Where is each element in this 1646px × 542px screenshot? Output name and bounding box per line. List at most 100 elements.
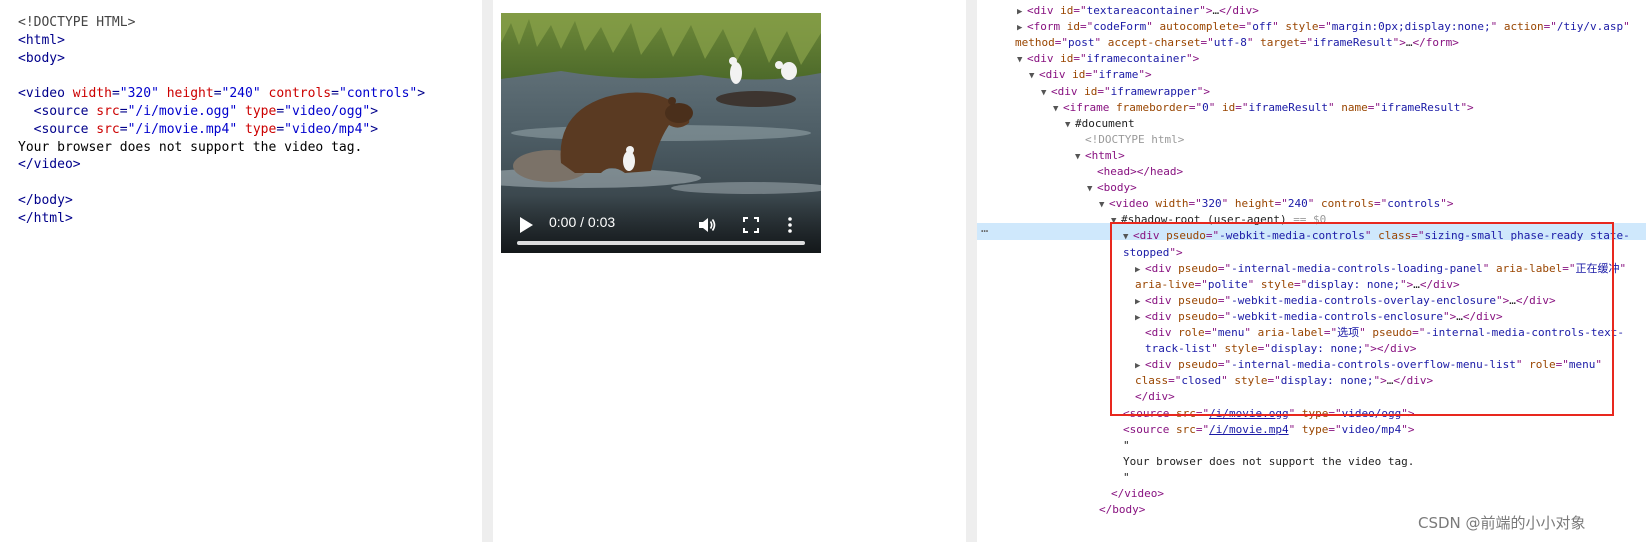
resource-link[interactable]: /i/movie.mp4 [1209,423,1288,436]
result-pane: 0:00 / 0:03 [493,0,966,542]
code-token: = [111,86,120,102]
expand-triangle-right-icon[interactable]: ▶ [1135,262,1145,279]
time-display: 0:00 / 0:03 [549,214,616,230]
dom-token: "> [1169,245,1183,259]
dom-token: =" [1267,374,1281,388]
dom-node-line[interactable]: ▼ <html> [1075,148,1125,166]
code-token: "/i/movie.mp4" [127,121,245,137]
video-progress-bar[interactable] [517,241,805,245]
fullscreen-icon[interactable] [742,216,760,234]
more-options-icon[interactable] [785,215,795,235]
expand-triangle-down-icon[interactable]: ▼ [1099,197,1109,214]
dom-node-line[interactable]: ▼ <div pseudo="-webkit-media-controls" cl… [1123,228,1630,246]
dom-token: codeForm [1093,20,1147,34]
dom-node-line[interactable]: <div role="menu" aria-label="选项" pseudo=… [1145,325,1624,342]
dom-token: id [1084,84,1098,98]
dom-node-line[interactable]: ▶ <div id="textareacontainer">…</div> [1017,3,1259,21]
dom-node-line[interactable]: " [1123,438,1130,455]
dom-node-line[interactable]: </div> [1135,389,1175,406]
dom-token: class [1135,374,1169,388]
code-token: </body> [18,192,73,208]
dom-node-line[interactable]: class="closed" style="display: none;">…<… [1135,373,1433,390]
dom-token: " [1208,100,1222,114]
dom-node-line[interactable]: </body> [1099,502,1145,519]
expand-triangle-right-icon[interactable]: ▶ [1017,4,1027,21]
dom-node-line[interactable]: ▼ #document [1065,116,1135,134]
dom-node-line[interactable]: ▼ <video width="320" height="240" control… [1099,196,1453,214]
dom-node-line[interactable]: method="post" accept-charset="utf-8" tar… [1015,35,1459,52]
dom-token: =" [1318,20,1332,34]
expand-triangle-down-icon[interactable]: ▼ [1065,117,1075,134]
dom-token: " [1364,229,1379,243]
dom-node-line[interactable]: ▼ <div id="iframe"> [1029,67,1152,85]
volume-icon[interactable] [697,215,717,235]
code-token: > [370,103,379,119]
dom-token: pseudo [1178,261,1218,275]
dom-token: id [1066,20,1080,34]
dom-node-line[interactable]: Your browser does not support the video … [1123,454,1414,471]
dom-token: " [1211,342,1225,356]
dom-node-line[interactable]: " [1123,470,1130,487]
devtools-elements-panel[interactable]: … ▶ <div id="textareacontainer">…</div> ▶ <… [977,0,1646,542]
expand-triangle-down-icon[interactable]: ▼ [1111,213,1121,230]
dom-token: pseudo [1166,229,1206,243]
expand-triangle-down-icon[interactable]: ▼ [1075,149,1085,166]
expand-triangle-down-icon[interactable]: ▼ [1041,85,1051,102]
dom-node-line[interactable]: aria-live="polite" style="display: none;… [1135,277,1460,294]
dom-node-line[interactable]: <head></head> [1097,164,1183,181]
expand-triangle-right-icon[interactable]: ▶ [1135,294,1145,311]
dom-token: action [1503,20,1544,34]
dom-node-line[interactable]: ▶ <div pseudo="-internal-media-controls-o… [1135,357,1602,375]
dom-node-line[interactable]: ▼ <iframe frameborder="0" id="iframeResul… [1053,100,1474,118]
pane-divider[interactable] [482,0,493,542]
expand-triangle-down-icon[interactable]: ▼ [1053,101,1063,118]
dom-token: </div> [1419,277,1460,291]
dom-node-line[interactable]: ▶ <div pseudo="-internal-media-controls-l… [1135,261,1626,279]
expand-triangle-down-icon[interactable]: ▼ [1123,229,1133,246]
dom-token: 320 [1201,197,1222,211]
expand-triangle-down-icon[interactable]: ▼ [1087,181,1097,198]
dom-node-line[interactable]: <source src="/i/movie.ogg" type="video/o… [1123,406,1414,423]
dom-node-line[interactable]: ▶ <div pseudo="-webkit-media-controls-enc… [1135,309,1503,327]
dom-node-line[interactable]: track-list" style="display: none;"></div… [1145,341,1417,358]
code-line: <body> [18,50,482,68]
expand-triangle-right-icon[interactable]: ▶ [1135,358,1145,375]
dom-token: iframeResult [1380,100,1461,114]
dom-node-line[interactable]: <source src="/i/movie.mp4" type="video/m… [1123,422,1414,439]
dom-node-line[interactable]: </video> [1111,486,1164,503]
code-token: "/i/movie.ogg" [127,103,245,119]
play-icon[interactable] [517,215,535,235]
code-token: </video> [18,157,81,173]
dom-node-line[interactable]: ▶ <div pseudo="-webkit-media-controls-ove… [1135,293,1556,311]
source-code-pane[interactable]: <!DOCTYPE HTML> <html> <body> <video width… [10,0,482,542]
code-token: "240" [221,86,269,102]
dom-token: =" [1188,100,1203,114]
dom-token: margin:0px;display:none; [1331,20,1491,34]
dom-token: =" [1328,406,1342,420]
expand-triangle-down-icon[interactable]: ▼ [1029,68,1039,85]
dom-token: " [1244,326,1258,339]
dom-token: <div [1051,84,1085,98]
expand-triangle-right-icon[interactable]: ▶ [1017,20,1027,37]
dom-token: " [1123,470,1130,484]
dom-token: =" [1195,422,1210,436]
dom-token: " [1623,20,1630,34]
dom-token: <video [1109,197,1156,211]
expand-triangle-right-icon[interactable]: ▶ [1135,310,1145,327]
dom-token: =" [1217,293,1232,307]
dom-node-line[interactable]: <!DOCTYPE html> [1085,132,1184,149]
dom-token: off [1252,20,1273,34]
pane-divider[interactable] [966,0,977,542]
dom-token: <div [1145,309,1179,323]
dom-node-shadow-root[interactable]: ▼ #shadow-root (user-agent) == $0 [1111,212,1326,230]
dom-node-line[interactable]: ▼ <div id="iframecontainer"> [1017,51,1199,69]
dom-node-line[interactable]: ▶ <form id="codeForm" autocomplete="off" … [1017,19,1630,37]
code-token: src [96,103,120,119]
expand-triangle-down-icon[interactable]: ▼ [1017,52,1027,69]
resource-link[interactable]: /i/movie.ogg [1209,407,1288,420]
video-player[interactable]: 0:00 / 0:03 [501,13,821,253]
dom-node-line[interactable]: stopped"> [1123,245,1183,262]
dom-node-line[interactable]: ▼ <body> [1087,180,1137,198]
dom-node-line[interactable]: ▼ <div id="iframewrapper"> [1041,84,1210,102]
node-actions-ellipsis[interactable]: … [981,221,988,235]
